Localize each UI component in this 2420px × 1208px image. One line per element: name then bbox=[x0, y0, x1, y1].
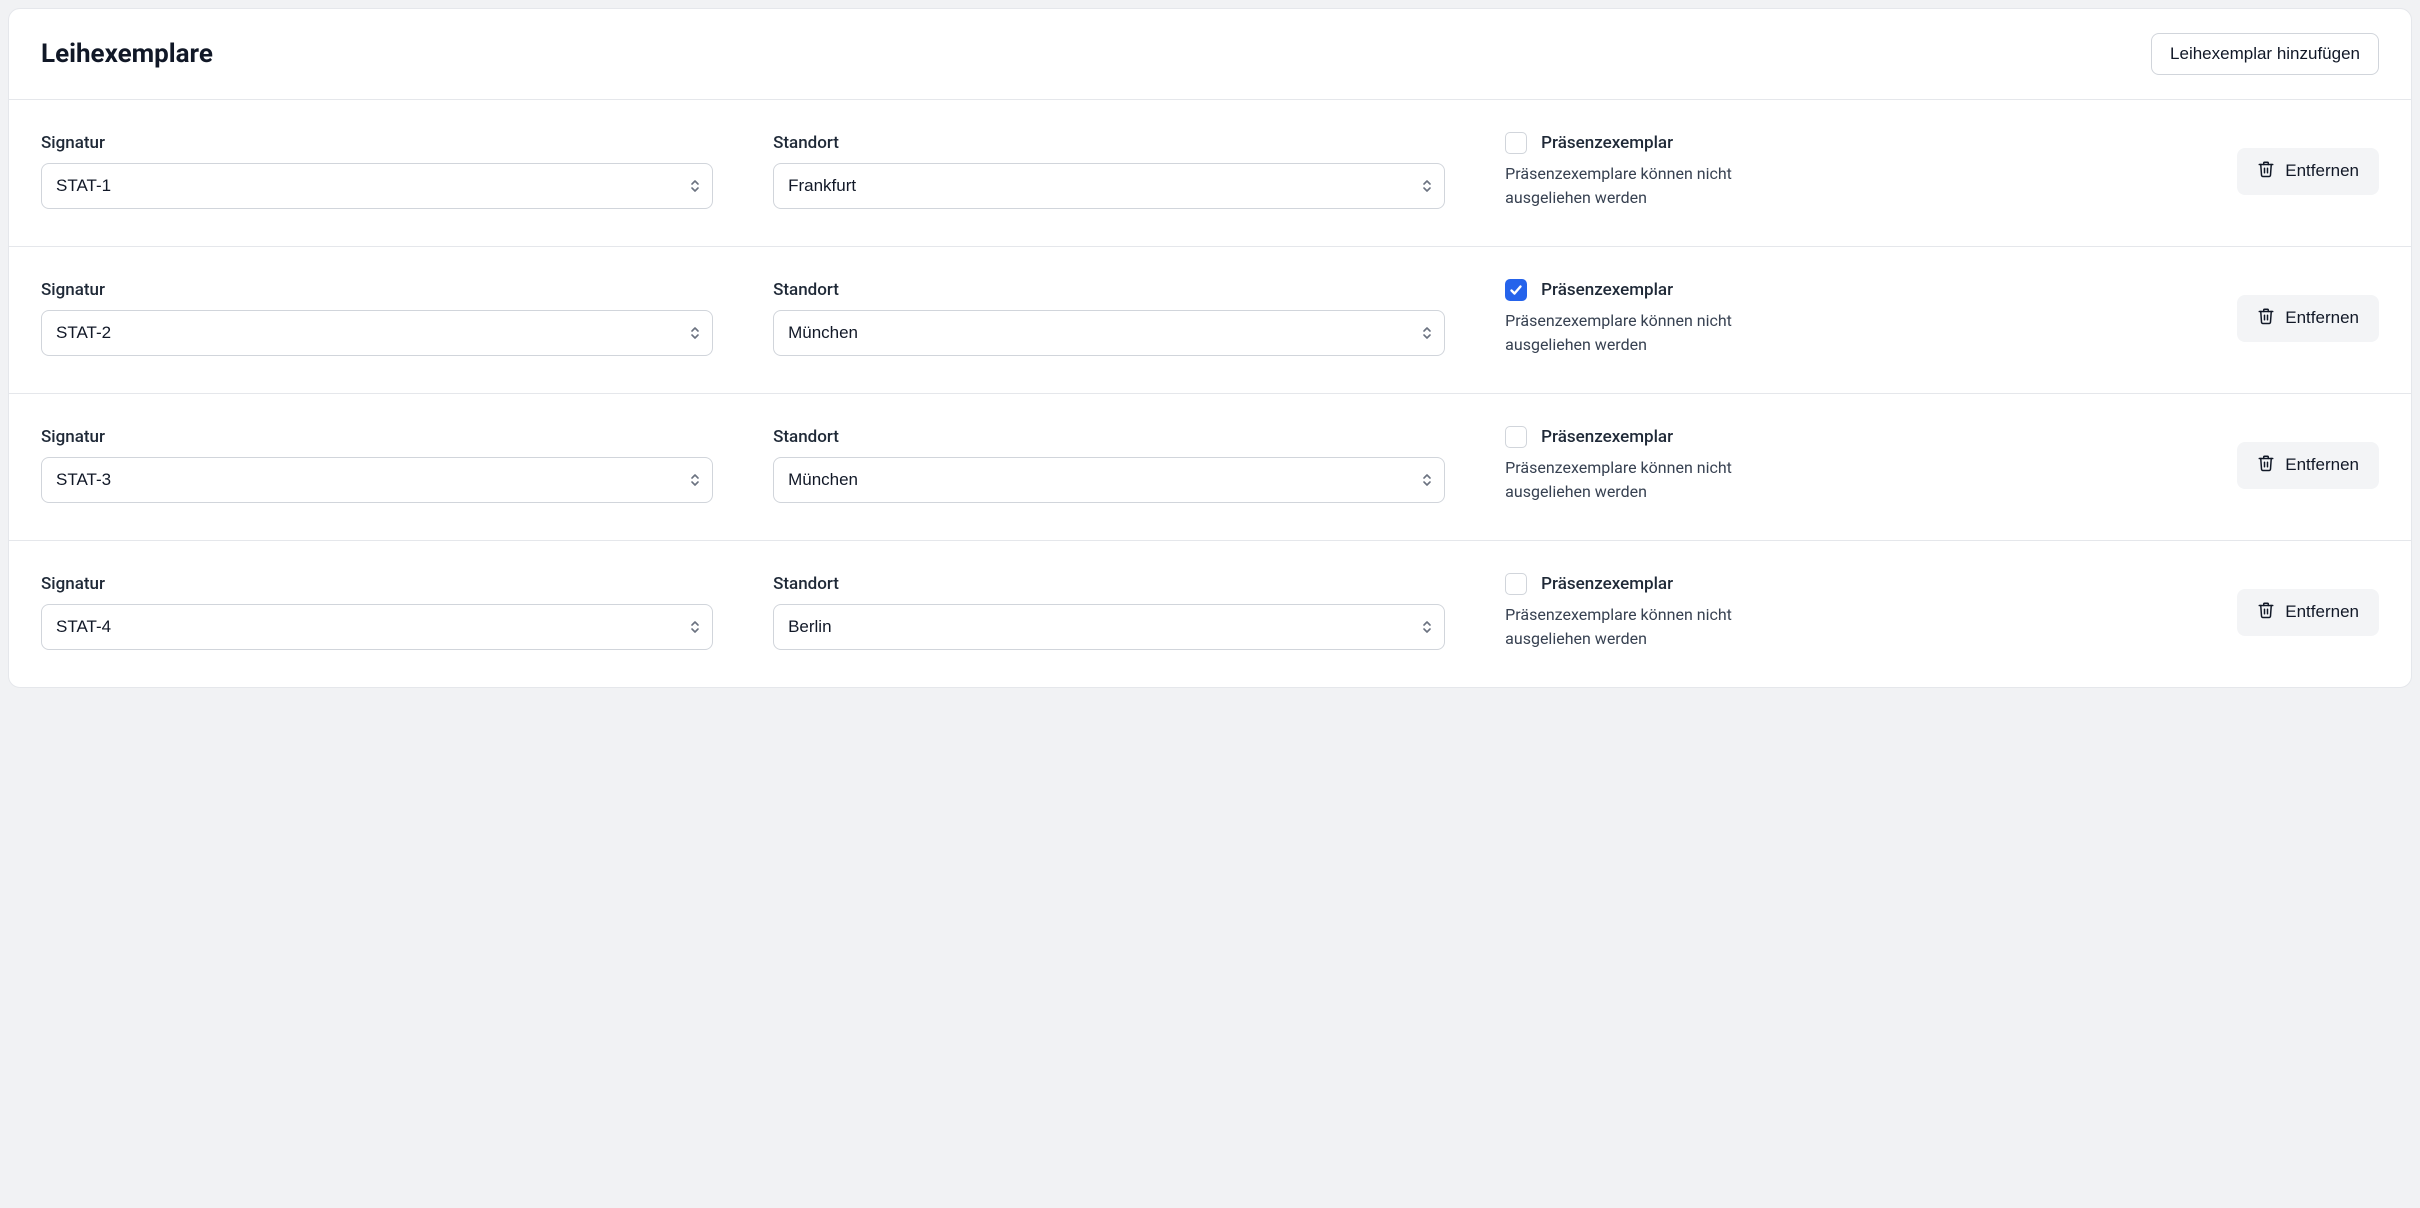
location-field: Standort bbox=[773, 280, 1445, 356]
trash-icon bbox=[2257, 160, 2275, 183]
signature-field: Signatur bbox=[41, 280, 713, 356]
actions: Entfernen bbox=[2237, 148, 2379, 195]
signature-input[interactable] bbox=[41, 310, 713, 356]
presence-checkbox-row: Präsenzexemplar bbox=[1505, 279, 2177, 301]
presence-hint: Präsenzexemplare können nicht ausgeliehe… bbox=[1505, 309, 1805, 357]
presence-checkbox-label: Präsenzexemplar bbox=[1541, 427, 1673, 447]
presence-field: Präsenzexemplar Präsenzexemplare können … bbox=[1505, 132, 2177, 210]
signature-field: Signatur bbox=[41, 427, 713, 503]
add-copy-button[interactable]: Leihexemplar hinzufügen bbox=[2151, 33, 2379, 75]
presence-checkbox-label: Präsenzexemplar bbox=[1541, 133, 1673, 153]
signature-combobox[interactable] bbox=[41, 163, 713, 209]
signature-combobox[interactable] bbox=[41, 604, 713, 650]
copy-row: Signatur Standort Präsenze bbox=[9, 247, 2411, 394]
signature-combobox[interactable] bbox=[41, 310, 713, 356]
card-title: Leihexemplare bbox=[41, 39, 213, 69]
presence-hint: Präsenzexemplare können nicht ausgeliehe… bbox=[1505, 456, 1805, 504]
remove-button-label: Entfernen bbox=[2285, 308, 2359, 328]
signature-label: Signatur bbox=[41, 574, 713, 594]
location-input[interactable] bbox=[773, 604, 1445, 650]
location-input[interactable] bbox=[773, 457, 1445, 503]
actions: Entfernen bbox=[2237, 295, 2379, 342]
location-combobox[interactable] bbox=[773, 604, 1445, 650]
location-combobox[interactable] bbox=[773, 457, 1445, 503]
presence-field: Präsenzexemplar Präsenzexemplare können … bbox=[1505, 426, 2177, 504]
remove-button[interactable]: Entfernen bbox=[2237, 589, 2379, 636]
location-input[interactable] bbox=[773, 163, 1445, 209]
remove-button[interactable]: Entfernen bbox=[2237, 442, 2379, 489]
presence-checkbox-row: Präsenzexemplar bbox=[1505, 426, 2177, 448]
presence-field: Präsenzexemplar Präsenzexemplare können … bbox=[1505, 279, 2177, 357]
presence-checkbox[interactable] bbox=[1505, 279, 1527, 301]
signature-field: Signatur bbox=[41, 133, 713, 209]
location-label: Standort bbox=[773, 133, 1445, 153]
actions: Entfernen bbox=[2237, 442, 2379, 489]
remove-button-label: Entfernen bbox=[2285, 602, 2359, 622]
remove-button[interactable]: Entfernen bbox=[2237, 148, 2379, 195]
trash-icon bbox=[2257, 454, 2275, 477]
presence-hint: Präsenzexemplare können nicht ausgeliehe… bbox=[1505, 603, 1805, 651]
location-field: Standort bbox=[773, 133, 1445, 209]
remove-button[interactable]: Entfernen bbox=[2237, 295, 2379, 342]
presence-checkbox-row: Präsenzexemplar bbox=[1505, 132, 2177, 154]
presence-hint: Präsenzexemplare können nicht ausgeliehe… bbox=[1505, 162, 1805, 210]
location-label: Standort bbox=[773, 574, 1445, 594]
signature-label: Signatur bbox=[41, 133, 713, 153]
presence-checkbox-label: Präsenzexemplar bbox=[1541, 574, 1673, 594]
location-input[interactable] bbox=[773, 310, 1445, 356]
presence-checkbox[interactable] bbox=[1505, 426, 1527, 448]
rows-container: Signatur Standort Präsenze bbox=[9, 100, 2411, 687]
signature-combobox[interactable] bbox=[41, 457, 713, 503]
trash-icon bbox=[2257, 601, 2275, 624]
card-header: Leihexemplare Leihexemplar hinzufügen bbox=[9, 9, 2411, 100]
signature-label: Signatur bbox=[41, 280, 713, 300]
signature-input[interactable] bbox=[41, 163, 713, 209]
actions: Entfernen bbox=[2237, 589, 2379, 636]
presence-checkbox[interactable] bbox=[1505, 132, 1527, 154]
location-field: Standort bbox=[773, 427, 1445, 503]
copy-row: Signatur Standort Präsenze bbox=[9, 394, 2411, 541]
signature-label: Signatur bbox=[41, 427, 713, 447]
location-combobox[interactable] bbox=[773, 310, 1445, 356]
location-label: Standort bbox=[773, 280, 1445, 300]
loan-copies-card: Leihexemplare Leihexemplar hinzufügen Si… bbox=[8, 8, 2412, 688]
signature-input[interactable] bbox=[41, 457, 713, 503]
location-field: Standort bbox=[773, 574, 1445, 650]
copy-row: Signatur Standort Präsenze bbox=[9, 100, 2411, 247]
location-combobox[interactable] bbox=[773, 163, 1445, 209]
trash-icon bbox=[2257, 307, 2275, 330]
remove-button-label: Entfernen bbox=[2285, 161, 2359, 181]
signature-field: Signatur bbox=[41, 574, 713, 650]
remove-button-label: Entfernen bbox=[2285, 455, 2359, 475]
copy-row: Signatur Standort Präsenze bbox=[9, 541, 2411, 687]
presence-field: Präsenzexemplar Präsenzexemplare können … bbox=[1505, 573, 2177, 651]
presence-checkbox[interactable] bbox=[1505, 573, 1527, 595]
presence-checkbox-label: Präsenzexemplar bbox=[1541, 280, 1673, 300]
signature-input[interactable] bbox=[41, 604, 713, 650]
presence-checkbox-row: Präsenzexemplar bbox=[1505, 573, 2177, 595]
location-label: Standort bbox=[773, 427, 1445, 447]
